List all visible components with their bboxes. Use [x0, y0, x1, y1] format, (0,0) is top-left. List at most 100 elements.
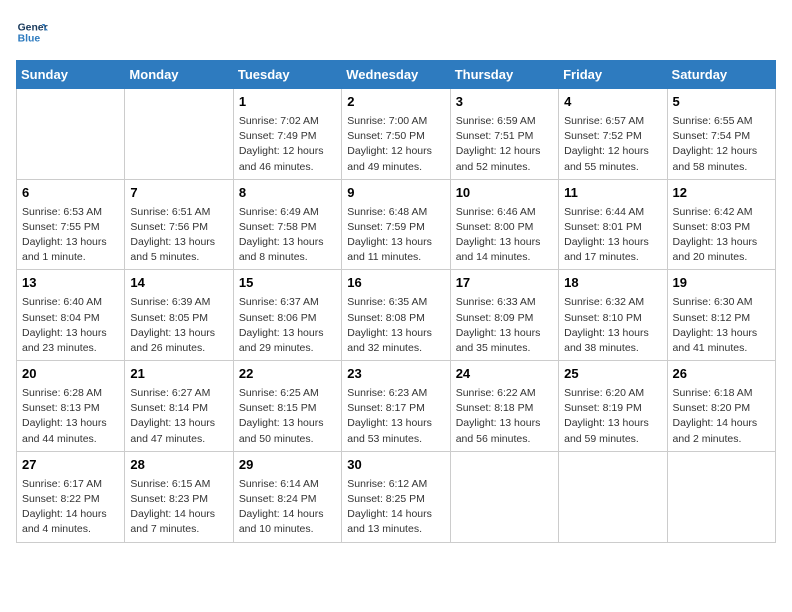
day-content: Sunrise: 6:12 AM Sunset: 8:25 PM Dayligh…: [347, 477, 444, 538]
svg-text:Blue: Blue: [18, 34, 41, 45]
day-number: 10: [456, 184, 553, 203]
day-content: Sunrise: 6:17 AM Sunset: 8:22 PM Dayligh…: [22, 477, 119, 538]
day-content: Sunrise: 6:40 AM Sunset: 8:04 PM Dayligh…: [22, 295, 119, 356]
calendar-cell: 2 Sunrise: 7:00 AM Sunset: 7:50 PM Daylig…: [342, 89, 450, 180]
day-header-sunday: Sunday: [17, 61, 125, 89]
calendar-cell: 9 Sunrise: 6:48 AM Sunset: 7:59 PM Daylig…: [342, 179, 450, 270]
day-number: 2: [347, 93, 444, 112]
day-content: Sunrise: 6:33 AM Sunset: 8:09 PM Dayligh…: [456, 295, 553, 356]
calendar-cell: 26 Sunrise: 6:18 AM Sunset: 8:20 PM Dayli…: [667, 361, 775, 452]
day-header-monday: Monday: [125, 61, 233, 89]
day-number: 22: [239, 365, 336, 384]
day-number: 26: [673, 365, 770, 384]
day-content: Sunrise: 6:14 AM Sunset: 8:24 PM Dayligh…: [239, 477, 336, 538]
calendar-cell: 18Sunrise: 6:32 AM Sunset: 8:10 PM Dayli…: [559, 270, 667, 361]
calendar-cell: 6Sunrise: 6:53 AM Sunset: 7:55 PM Daylig…: [17, 179, 125, 270]
calendar-cell: 16 Sunrise: 6:35 AM Sunset: 8:08 PM Dayli…: [342, 270, 450, 361]
day-number: 30: [347, 456, 444, 475]
calendar-cell: 30 Sunrise: 6:12 AM Sunset: 8:25 PM Dayli…: [342, 451, 450, 542]
day-number: 28: [130, 456, 227, 475]
calendar-cell: 11Sunrise: 6:44 AM Sunset: 8:01 PM Dayli…: [559, 179, 667, 270]
day-content: Sunrise: 7:00 AM Sunset: 7:50 PM Dayligh…: [347, 114, 444, 175]
logo: General Blue: [16, 16, 52, 48]
day-header-saturday: Saturday: [667, 61, 775, 89]
day-header-wednesday: Wednesday: [342, 61, 450, 89]
day-content: Sunrise: 6:49 AM Sunset: 7:58 PM Dayligh…: [239, 205, 336, 266]
calendar-cell: 27 Sunrise: 6:17 AM Sunset: 8:22 PM Dayli…: [17, 451, 125, 542]
day-number: 1: [239, 93, 336, 112]
day-number: 16: [347, 274, 444, 293]
day-number: 11: [564, 184, 661, 203]
day-content: Sunrise: 6:18 AM Sunset: 8:20 PM Dayligh…: [673, 386, 770, 447]
day-content: Sunrise: 6:20 AM Sunset: 8:19 PM Dayligh…: [564, 386, 661, 447]
calendar-cell: 24Sunrise: 6:22 AM Sunset: 8:18 PM Dayli…: [450, 361, 558, 452]
calendar-cell: 23 Sunrise: 6:23 AM Sunset: 8:17 PM Dayli…: [342, 361, 450, 452]
day-number: 27: [22, 456, 119, 475]
day-number: 12: [673, 184, 770, 203]
day-number: 25: [564, 365, 661, 384]
calendar-cell: [17, 89, 125, 180]
day-content: Sunrise: 6:37 AM Sunset: 8:06 PM Dayligh…: [239, 295, 336, 356]
day-number: 4: [564, 93, 661, 112]
day-number: 18: [564, 274, 661, 293]
day-number: 19: [673, 274, 770, 293]
day-content: Sunrise: 6:57 AM Sunset: 7:52 PM Dayligh…: [564, 114, 661, 175]
day-content: Sunrise: 6:42 AM Sunset: 8:03 PM Dayligh…: [673, 205, 770, 266]
calendar-cell: [667, 451, 775, 542]
day-number: 15: [239, 274, 336, 293]
calendar-table: SundayMondayTuesdayWednesdayThursdayFrid…: [16, 60, 776, 543]
calendar-cell: 8 Sunrise: 6:49 AM Sunset: 7:58 PM Daylig…: [233, 179, 341, 270]
day-content: Sunrise: 6:46 AM Sunset: 8:00 PM Dayligh…: [456, 205, 553, 266]
calendar-cell: 22 Sunrise: 6:25 AM Sunset: 8:15 PM Dayli…: [233, 361, 341, 452]
day-content: Sunrise: 6:59 AM Sunset: 7:51 PM Dayligh…: [456, 114, 553, 175]
day-content: Sunrise: 6:22 AM Sunset: 8:18 PM Dayligh…: [456, 386, 553, 447]
day-content: Sunrise: 7:02 AM Sunset: 7:49 PM Dayligh…: [239, 114, 336, 175]
calendar-cell: 28 Sunrise: 6:15 AM Sunset: 8:23 PM Dayli…: [125, 451, 233, 542]
day-number: 29: [239, 456, 336, 475]
week-row-1: 1 Sunrise: 7:02 AM Sunset: 7:49 PM Daylig…: [17, 89, 776, 180]
day-header-friday: Friday: [559, 61, 667, 89]
calendar-cell: 15 Sunrise: 6:37 AM Sunset: 8:06 PM Dayli…: [233, 270, 341, 361]
calendar-cell: 3Sunrise: 6:59 AM Sunset: 7:51 PM Daylig…: [450, 89, 558, 180]
day-number: 9: [347, 184, 444, 203]
day-number: 13: [22, 274, 119, 293]
calendar-cell: 7 Sunrise: 6:51 AM Sunset: 7:56 PM Daylig…: [125, 179, 233, 270]
day-number: 8: [239, 184, 336, 203]
calendar-cell: 29 Sunrise: 6:14 AM Sunset: 8:24 PM Dayli…: [233, 451, 341, 542]
day-content: Sunrise: 6:51 AM Sunset: 7:56 PM Dayligh…: [130, 205, 227, 266]
calendar-cell: 1 Sunrise: 7:02 AM Sunset: 7:49 PM Daylig…: [233, 89, 341, 180]
calendar-cell: 4 Sunrise: 6:57 AM Sunset: 7:52 PM Daylig…: [559, 89, 667, 180]
day-content: Sunrise: 6:23 AM Sunset: 8:17 PM Dayligh…: [347, 386, 444, 447]
page-header: General Blue: [16, 16, 776, 48]
day-header-thursday: Thursday: [450, 61, 558, 89]
day-content: Sunrise: 6:15 AM Sunset: 8:23 PM Dayligh…: [130, 477, 227, 538]
day-header-tuesday: Tuesday: [233, 61, 341, 89]
calendar-cell: 5 Sunrise: 6:55 AM Sunset: 7:54 PM Daylig…: [667, 89, 775, 180]
calendar-cell: 14Sunrise: 6:39 AM Sunset: 8:05 PM Dayli…: [125, 270, 233, 361]
calendar-cell: 19 Sunrise: 6:30 AM Sunset: 8:12 PM Dayli…: [667, 270, 775, 361]
calendar-cell: 10 Sunrise: 6:46 AM Sunset: 8:00 PM Dayli…: [450, 179, 558, 270]
day-content: Sunrise: 6:48 AM Sunset: 7:59 PM Dayligh…: [347, 205, 444, 266]
day-content: Sunrise: 6:39 AM Sunset: 8:05 PM Dayligh…: [130, 295, 227, 356]
day-number: 23: [347, 365, 444, 384]
day-number: 20: [22, 365, 119, 384]
calendar-cell: 20 Sunrise: 6:28 AM Sunset: 8:13 PM Dayli…: [17, 361, 125, 452]
day-content: Sunrise: 6:27 AM Sunset: 8:14 PM Dayligh…: [130, 386, 227, 447]
day-number: 5: [673, 93, 770, 112]
day-content: Sunrise: 6:25 AM Sunset: 8:15 PM Dayligh…: [239, 386, 336, 447]
day-number: 6: [22, 184, 119, 203]
week-row-2: 6Sunrise: 6:53 AM Sunset: 7:55 PM Daylig…: [17, 179, 776, 270]
logo-icon: General Blue: [16, 16, 48, 48]
week-row-4: 20 Sunrise: 6:28 AM Sunset: 8:13 PM Dayli…: [17, 361, 776, 452]
calendar-cell: 21Sunrise: 6:27 AM Sunset: 8:14 PM Dayli…: [125, 361, 233, 452]
day-content: Sunrise: 6:28 AM Sunset: 8:13 PM Dayligh…: [22, 386, 119, 447]
calendar-cell: [125, 89, 233, 180]
calendar-cell: 12 Sunrise: 6:42 AM Sunset: 8:03 PM Dayli…: [667, 179, 775, 270]
day-number: 7: [130, 184, 227, 203]
calendar-cell: 17Sunrise: 6:33 AM Sunset: 8:09 PM Dayli…: [450, 270, 558, 361]
day-content: Sunrise: 6:35 AM Sunset: 8:08 PM Dayligh…: [347, 295, 444, 356]
calendar-cell: 25 Sunrise: 6:20 AM Sunset: 8:19 PM Dayli…: [559, 361, 667, 452]
day-content: Sunrise: 6:55 AM Sunset: 7:54 PM Dayligh…: [673, 114, 770, 175]
day-content: Sunrise: 6:30 AM Sunset: 8:12 PM Dayligh…: [673, 295, 770, 356]
calendar-cell: 13 Sunrise: 6:40 AM Sunset: 8:04 PM Dayli…: [17, 270, 125, 361]
